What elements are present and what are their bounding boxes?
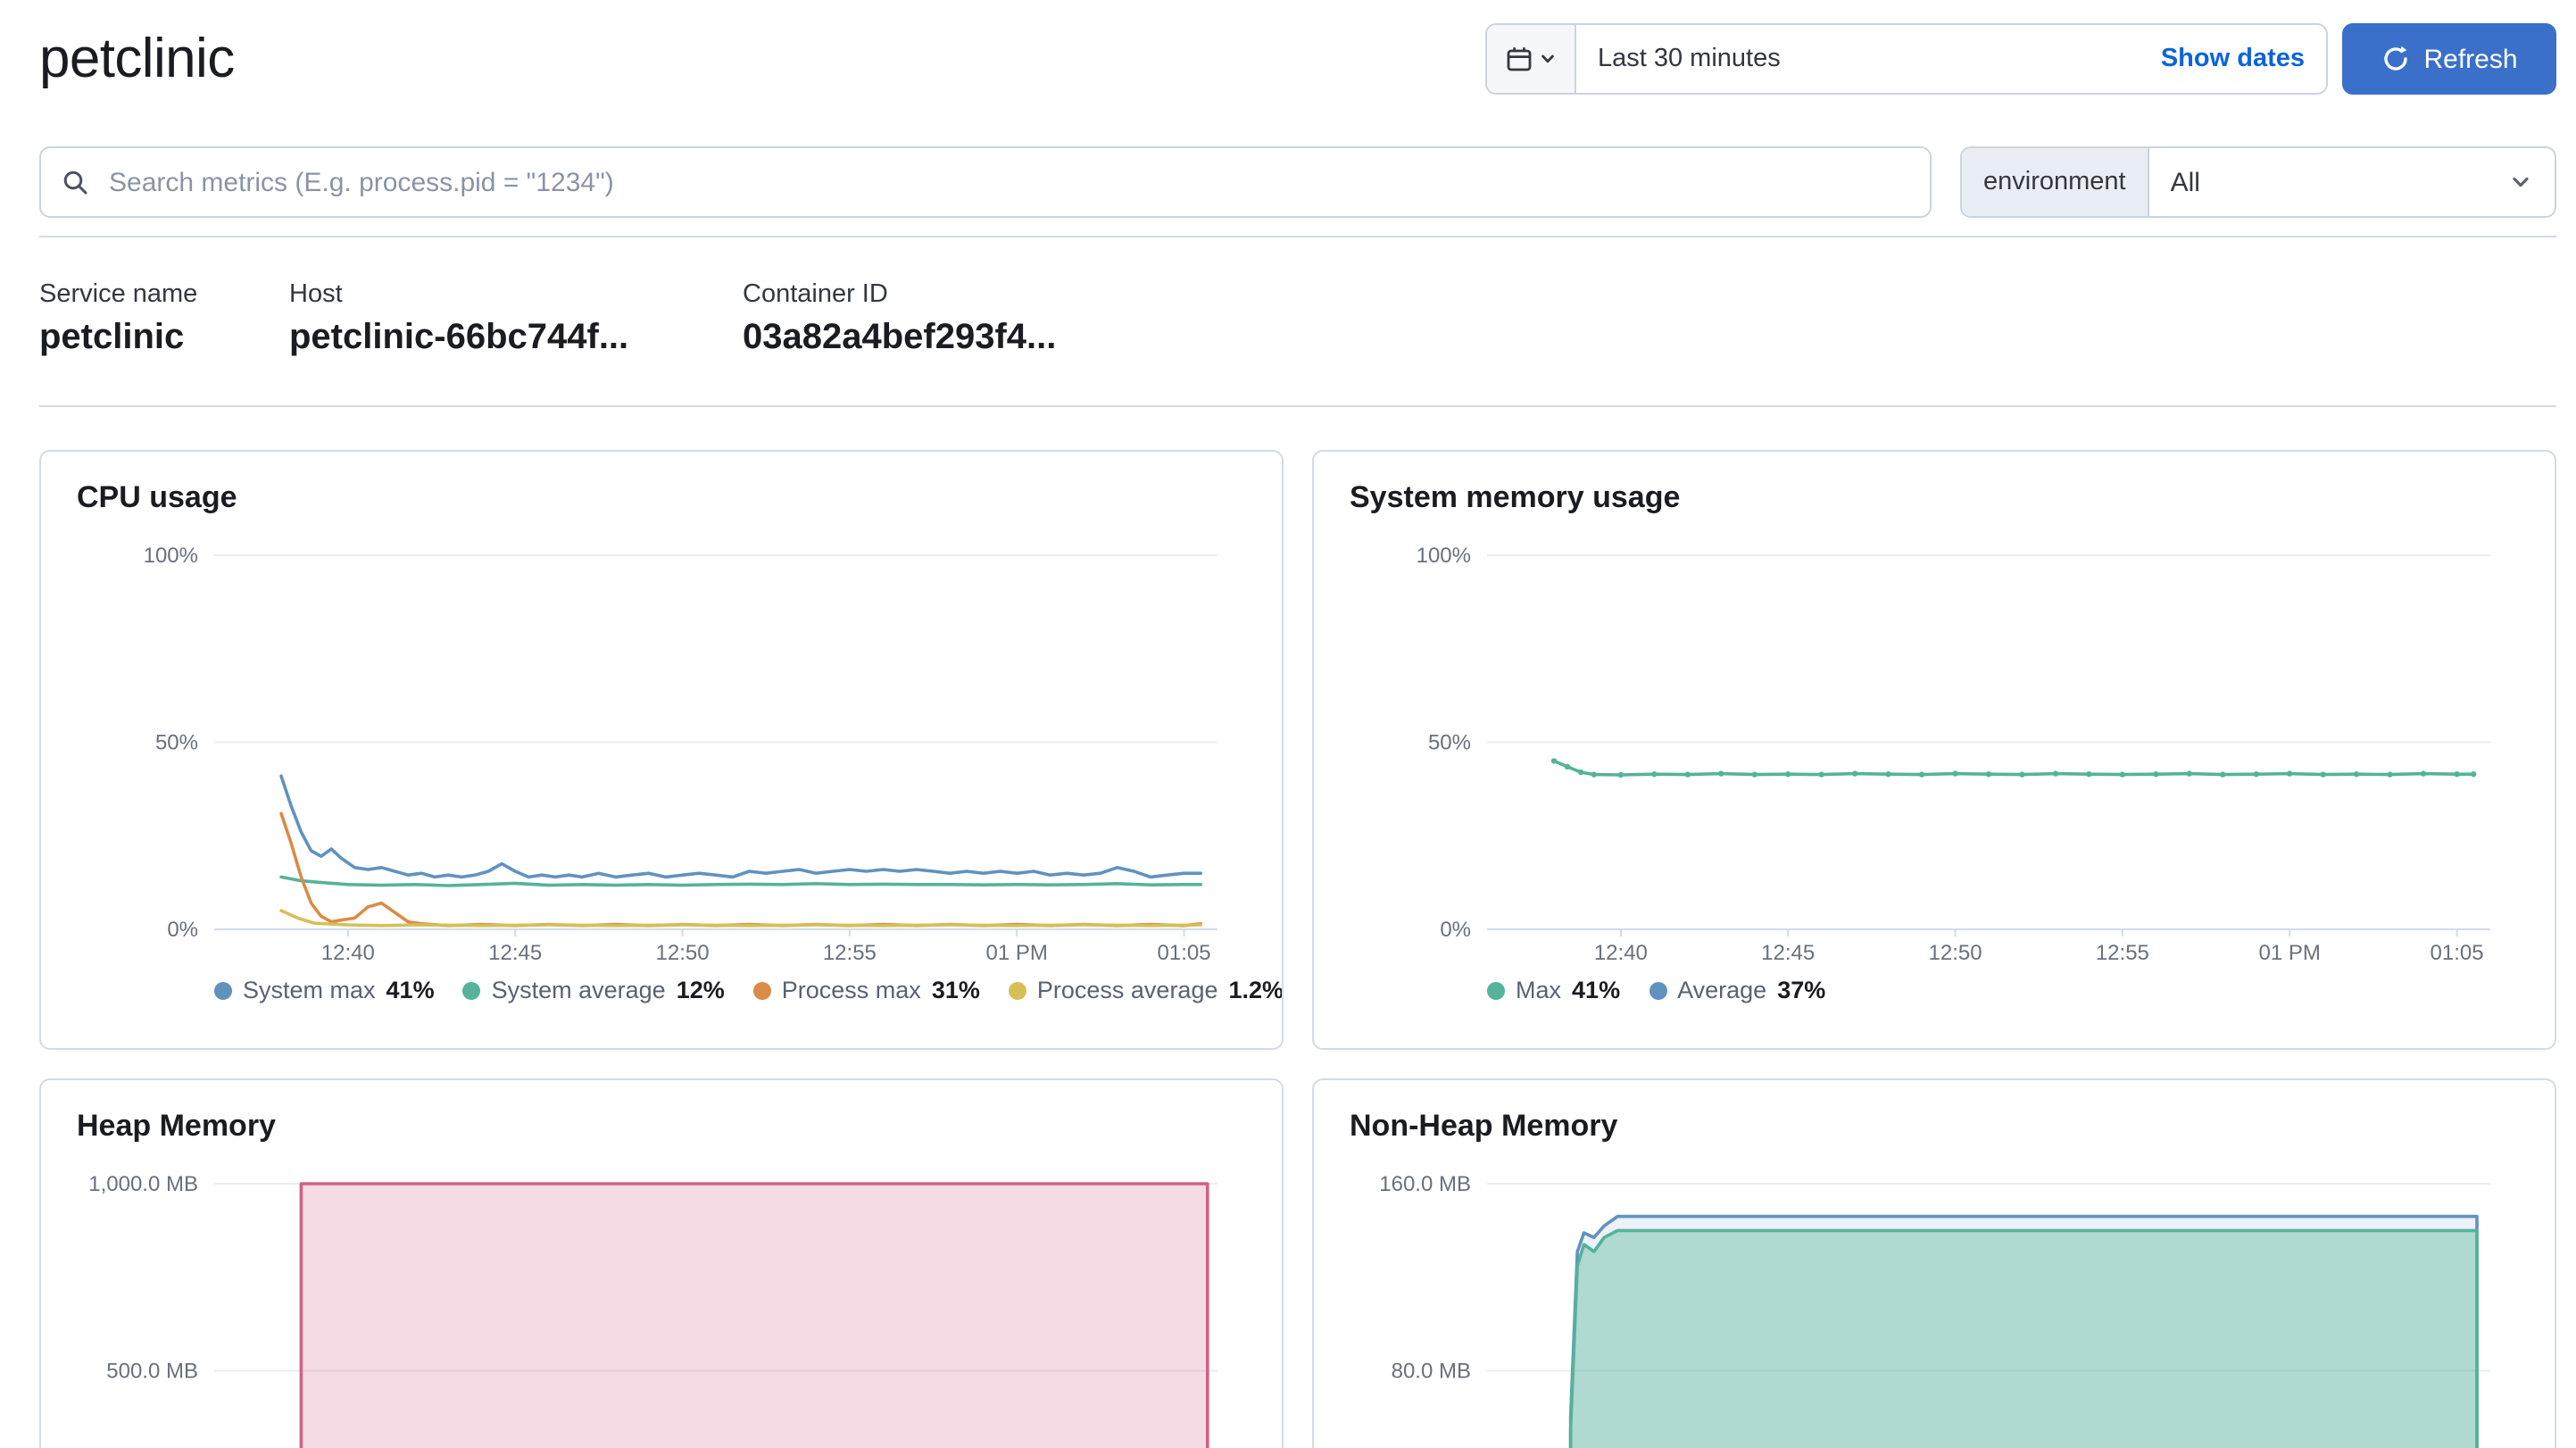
cpu-usage-chart-area: 0% 50% 100% 12:40 12:45 12:50 12:55 01 PM 01:05 S… [41,520,1282,1003]
field-label: Host [289,280,343,309]
svg-text:100%: 100% [1417,544,1471,568]
svg-text:500.0 MB: 500.0 MB [106,1360,198,1384]
date-range-display[interactable]: Last 30 minutes Show dates [1576,25,2326,93]
legend-item[interactable]: Process average 1.2% [1008,977,1284,1003]
app-root: petclinic Last 30 minutes Show dates Ref… [0,0,2576,1448]
legend-series-label: System max [243,977,376,1003]
container-id-field: Container ID 03a82a4bef293f4... [743,280,1056,359]
calendar-icon [1505,45,1533,73]
svg-text:50%: 50% [1428,731,1471,755]
legend-item[interactable]: System average 12% [462,977,725,1003]
page-title: petclinic [39,27,235,89]
legend-series-value: 12% [676,977,725,1003]
legend-series-label: Max [1516,977,1562,1003]
field-label: Service name [39,280,198,309]
heap-memory-panel: Heap Memory 500.0 MB 1,000.0 MB [39,1078,1284,1448]
svg-text:12:50: 12:50 [1929,941,1982,965]
field-label: Container ID [743,280,888,309]
refresh-icon [2381,45,2409,73]
legend-series-dot [1008,981,1026,999]
legend-series-dot [462,981,481,999]
legend-series-value: 31% [931,977,980,1003]
show-dates-button[interactable]: Show dates [2161,45,2305,73]
cpu-usage-chart[interactable]: 0% 50% 100% 12:40 12:45 12:50 12:55 01 PM 01:05 [41,520,1282,969]
system-memory-usage-chart[interactable]: 0% 50% 100% 12:40 12:45 12:50 12:55 01 PM 01:05 [1314,520,2555,969]
svg-text:12:45: 12:45 [1761,941,1815,965]
svg-text:160.0 MB: 160.0 MB [1379,1172,1471,1196]
svg-text:0%: 0% [1440,918,1471,942]
date-quick-select-button[interactable] [1487,25,1576,93]
divider [39,405,2556,407]
environment-filter[interactable]: environment All [1960,146,2556,218]
svg-text:12:55: 12:55 [2096,941,2149,965]
legend-series-value: 41% [386,977,435,1003]
cpu-usage-panel: CPU usage 0% 50% 100% 12:40 12:45 12:50 12:55 0… [39,450,1284,1050]
svg-text:0%: 0% [167,918,198,942]
legend-series-dot [214,981,232,999]
search-field [39,146,1932,218]
legend-item[interactable]: Max 41% [1487,977,1620,1003]
field-value: petclinic [39,318,185,357]
environment-filter-label: environment [1962,148,2149,216]
svg-text:12:40: 12:40 [321,941,375,965]
service-name-field: Service name petclinic [39,280,289,359]
svg-text:50%: 50% [155,731,198,755]
metrics-search-input[interactable] [39,146,1932,218]
legend-series-label: Average [1677,977,1767,1003]
service-metrics-page: petclinic Last 30 minutes Show dates Ref… [0,0,2576,1448]
refresh-label: Refresh [2423,44,2518,74]
svg-text:1,000.0 MB: 1,000.0 MB [88,1172,198,1196]
svg-text:12:50: 12:50 [656,941,710,965]
legend-series-value: 1.2% [1228,977,1284,1003]
host-field: Host petclinic-66bc744f... [289,280,743,359]
legend-series-dot [1487,981,1505,999]
panel-title: System memory usage [1350,480,1681,514]
date-range-label: Last 30 minutes [1598,45,1781,73]
legend-series-label: System average [491,977,666,1003]
chevron-down-icon [1539,50,1557,68]
super-date-picker: Last 30 minutes Show dates [1485,23,2328,95]
legend-series-value: 41% [1572,977,1621,1003]
svg-text:12:55: 12:55 [823,941,877,965]
chevron-down-icon [2508,170,2533,195]
svg-text:01:05: 01:05 [1158,941,1211,965]
field-value: 03a82a4bef293f4... [743,318,1057,357]
search-icon [61,168,89,196]
legend-item[interactable]: Process max 31% [752,977,980,1003]
service-info: Service name petclinic Host petclinic-66… [39,237,2556,405]
legend-series-value: 37% [1777,977,1826,1003]
legend-item[interactable]: System max 41% [214,977,435,1003]
system-memory-chart-area: 0% 50% 100% 12:40 12:45 12:50 12:55 01 PM 01:05 M… [1314,520,2555,1003]
filters-bar: environment All [39,146,2556,218]
field-value: petclinic-66bc744f... [289,318,629,357]
datepicker-controls: Last 30 minutes Show dates Refresh [1485,23,2556,95]
svg-text:01:05: 01:05 [2431,941,2484,965]
system-memory-usage-panel: System memory usage 0% 50% 100% 12:40 12:45 1… [1312,450,2556,1050]
legend-item[interactable]: Average 37% [1649,977,1825,1003]
non-heap-memory-panel: Non-Heap Memory 80.0 MB 160.0 MB [1312,1078,2556,1448]
panel-title: Non-Heap Memory [1350,1109,1618,1143]
svg-text:12:45: 12:45 [488,941,542,965]
svg-text:12:40: 12:40 [1594,941,1648,965]
panel-title: CPU usage [77,480,237,514]
legend-series-dot [752,981,771,999]
svg-text:01 PM: 01 PM [2259,941,2321,965]
charts-grid: CPU usage 0% 50% 100% 12:40 12:45 12:50 12:55 0… [39,450,2556,1448]
svg-text:80.0 MB: 80.0 MB [1392,1360,1471,1384]
legend-series-label: Process max [781,977,921,1003]
panel-title: Heap Memory [77,1109,276,1143]
non-heap-memory-chart[interactable]: 80.0 MB 160.0 MB [1314,1148,2555,1448]
system-memory-usage-legend: Max 41% Average 37% [1487,977,2555,1003]
environment-filter-value: All [2170,167,2200,197]
heap-memory-chart[interactable]: 500.0 MB 1,000.0 MB [41,1148,1282,1448]
legend-series-label: Process average [1036,977,1218,1003]
refresh-button[interactable]: Refresh [2342,23,2556,95]
header: petclinic Last 30 minutes Show dates Ref… [39,0,2556,96]
svg-text:100%: 100% [144,544,198,568]
non-heap-memory-chart-area: 80.0 MB 160.0 MB [1314,1148,2555,1448]
cpu-usage-legend: System max 41% System average 12% Process ma… [214,977,1282,1003]
svg-text:01 PM: 01 PM [986,941,1048,965]
heap-memory-chart-area: 500.0 MB 1,000.0 MB [41,1148,1282,1448]
legend-series-dot [1649,981,1667,999]
